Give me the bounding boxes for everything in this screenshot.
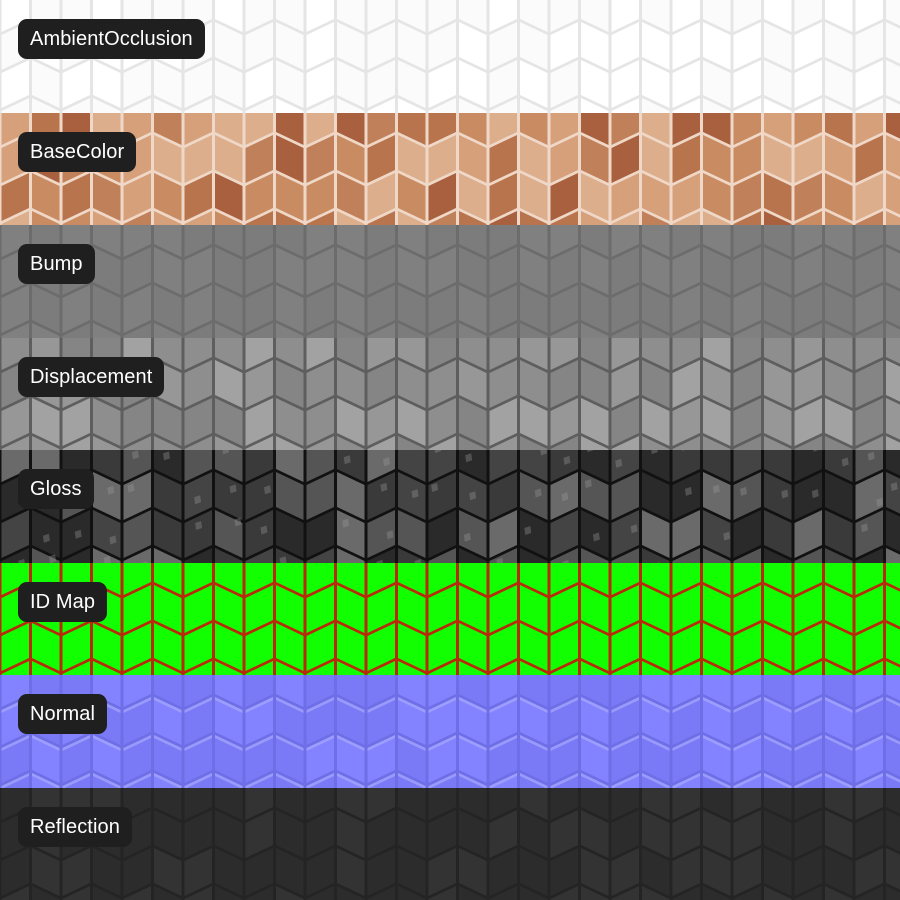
id-map-label: ID Map	[18, 581, 108, 622]
id-map-band: ID Map	[0, 562, 900, 675]
base-color-label: BaseColor	[18, 131, 137, 172]
gloss-texture	[0, 450, 900, 563]
displacement-label: Displacement	[18, 356, 165, 397]
ambient-occlusion-band: AmbientOcclusion	[0, 0, 900, 113]
base-color-band: BaseColor	[0, 112, 900, 225]
normal-label: Normal	[18, 694, 108, 734]
gloss-label: Gloss	[18, 469, 94, 509]
ambient-occlusion-label: AmbientOcclusion	[18, 19, 205, 59]
bump-label: Bump	[18, 244, 95, 284]
normal-band: Normal	[0, 675, 900, 788]
base-color-texture	[0, 112, 900, 225]
reflection-band: Reflection	[0, 787, 900, 900]
gloss-band: Gloss	[0, 450, 900, 563]
displacement-band: Displacement	[0, 337, 900, 450]
id-map-texture	[0, 562, 900, 675]
normal-texture	[0, 675, 900, 788]
texture-map-sheet: AmbientOcclusion BaseColor Bump Displace…	[0, 0, 900, 900]
bump-texture	[0, 225, 900, 338]
reflection-label: Reflection	[18, 806, 132, 847]
reflection-texture	[0, 787, 900, 900]
bump-band: Bump	[0, 225, 900, 338]
